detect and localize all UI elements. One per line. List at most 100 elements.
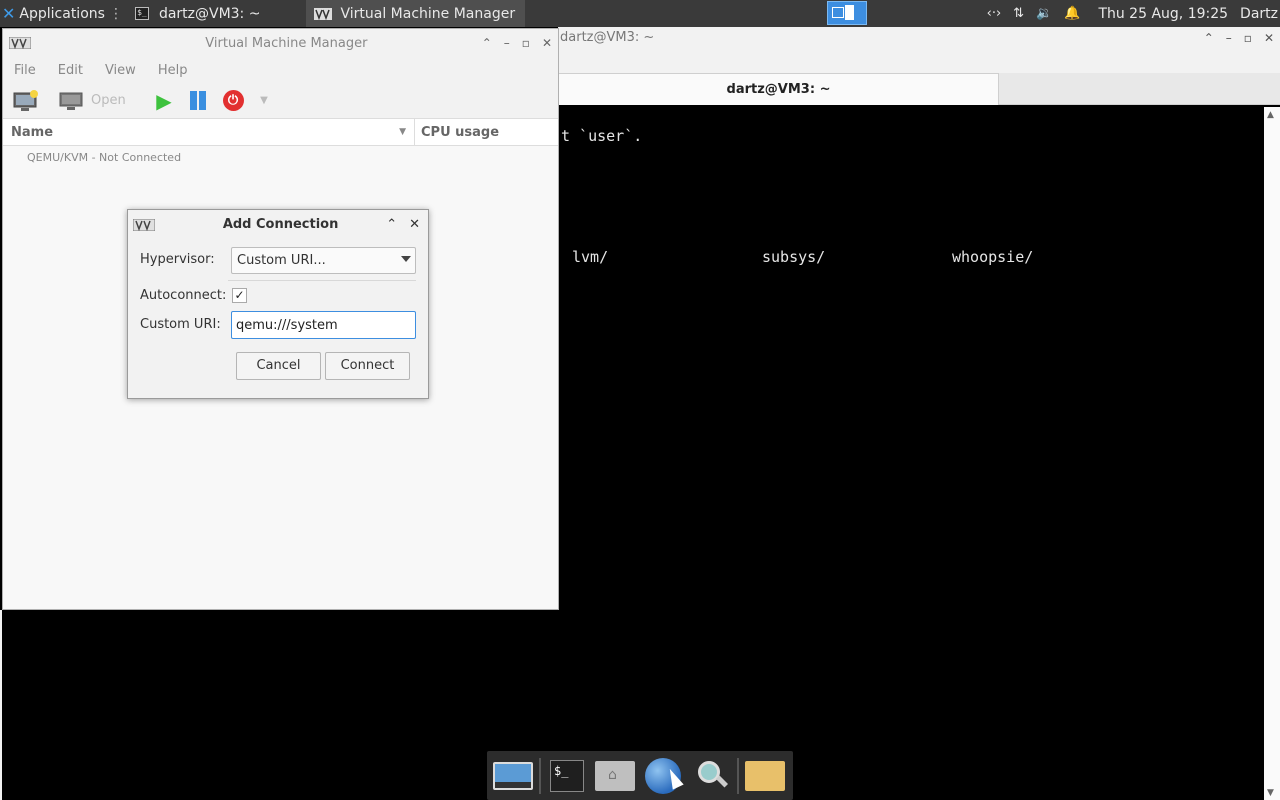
menu-help[interactable]: Help bbox=[147, 63, 199, 78]
terminal-icon: $_ bbox=[134, 7, 149, 20]
scroll-down-icon[interactable]: ▼ bbox=[1267, 788, 1274, 798]
power-icon: ⏻ bbox=[222, 90, 244, 111]
menu-edit[interactable]: Edit bbox=[47, 63, 94, 78]
terminal-icon: $_ bbox=[550, 759, 584, 792]
dialog-titlebar[interactable]: Add Connection ⌃ ✕ bbox=[128, 210, 428, 239]
minimize-icon[interactable]: – bbox=[504, 36, 510, 50]
transfer-arrows-icon[interactable]: ⇅ bbox=[1013, 6, 1024, 21]
desktop-icon bbox=[493, 761, 533, 790]
scroll-up-icon[interactable]: ▲ bbox=[1267, 110, 1274, 120]
vmm-icon bbox=[314, 7, 333, 20]
custom-uri-label: Custom URI: bbox=[140, 317, 221, 332]
taskbar-item-terminal[interactable]: $_ dartz@VM3: ~ bbox=[127, 0, 269, 27]
workspace-switcher[interactable] bbox=[827, 1, 867, 25]
close-icon[interactable]: ✕ bbox=[542, 36, 552, 50]
dock: $_ bbox=[487, 751, 793, 800]
taskbar-item-label: dartz@VM3: ~ bbox=[158, 5, 261, 22]
terminal-scrollbar[interactable]: ▲ ▼ bbox=[1264, 107, 1280, 800]
maximize-icon[interactable]: ▫ bbox=[522, 36, 530, 50]
maximize-up-icon[interactable]: ⌃ bbox=[482, 36, 492, 50]
maximize-icon[interactable]: ▫ bbox=[1244, 31, 1252, 45]
volume-icon[interactable]: 🔉 bbox=[1036, 6, 1052, 21]
menu-view[interactable]: View bbox=[94, 63, 147, 78]
dock-separator bbox=[539, 757, 541, 794]
dock-separator bbox=[737, 757, 739, 794]
pause-bar-icon bbox=[199, 91, 206, 110]
autoconnect-checkbox[interactable]: ✓ bbox=[232, 288, 247, 303]
dock-files[interactable] bbox=[743, 755, 787, 797]
shutdown-options-button[interactable]: ▼ bbox=[251, 86, 277, 116]
terminal-line: lvm/ bbox=[572, 248, 609, 266]
monitor-icon bbox=[59, 92, 83, 110]
vmm-toolbar: Open ▶ ⏻ ▼ bbox=[3, 83, 558, 119]
menu-separator-icon: ⋮ bbox=[108, 5, 123, 22]
terminal-window-title: dartz@VM3: ~ bbox=[560, 30, 655, 45]
desktop-background bbox=[0, 610, 558, 800]
shutdown-button[interactable]: ⏻ bbox=[215, 86, 251, 116]
workspace-window-icon bbox=[832, 7, 844, 18]
new-vm-button[interactable] bbox=[11, 86, 41, 116]
hypervisor-value: Custom URI... bbox=[237, 253, 326, 268]
open-label: Open bbox=[91, 93, 126, 108]
vmm-titlebar[interactable]: Virtual Machine Manager ⌃ – ▫ ✕ bbox=[3, 29, 558, 57]
terminal-line: subsys/ bbox=[762, 248, 826, 266]
vm-list-header: Name ▼ CPU usage bbox=[3, 119, 558, 146]
play-icon: ▶ bbox=[156, 88, 172, 113]
minimize-icon[interactable]: – bbox=[1226, 31, 1232, 45]
pause-button[interactable] bbox=[181, 86, 215, 116]
network-icon[interactable]: ‹·› bbox=[987, 6, 1002, 21]
terminal-line: whoopsie/ bbox=[952, 248, 1034, 266]
column-cpu-usage[interactable]: CPU usage bbox=[415, 119, 558, 145]
terminal-tab[interactable]: dartz@VM3: ~ bbox=[558, 73, 999, 105]
dock-home-folder[interactable] bbox=[593, 755, 637, 797]
dock-search[interactable] bbox=[689, 755, 733, 797]
user-menu[interactable]: Dartz bbox=[1240, 6, 1278, 22]
terminal-menubar bbox=[558, 48, 1280, 73]
hypervisor-select[interactable]: Custom URI... bbox=[231, 247, 416, 274]
chevron-down-icon: ▼ bbox=[260, 95, 268, 106]
custom-uri-input[interactable] bbox=[231, 311, 416, 339]
dock-terminal[interactable]: $_ bbox=[545, 755, 589, 797]
terminal-line: t `user`. bbox=[561, 127, 643, 145]
menu-file[interactable]: File bbox=[3, 63, 47, 78]
divider bbox=[228, 280, 416, 281]
autoconnect-label: Autoconnect: bbox=[140, 288, 227, 303]
search-icon bbox=[694, 759, 729, 793]
pause-bar-icon bbox=[190, 91, 197, 110]
close-icon[interactable]: ✕ bbox=[409, 217, 420, 232]
applications-menu[interactable]: ✕ Applications ⋮ bbox=[0, 0, 127, 27]
sort-chevron-down-icon: ▼ bbox=[399, 127, 406, 137]
applications-label: Applications bbox=[19, 5, 105, 22]
list-item[interactable]: QEMU/KVM - Not Connected bbox=[27, 151, 181, 164]
open-button[interactable]: Open bbox=[59, 86, 147, 116]
column-cpu-label: CPU usage bbox=[421, 124, 500, 140]
terminal-titlebar[interactable]: dartz@VM3: ~ ⌃ – ▫ ✕ bbox=[558, 27, 1280, 48]
terminal-output[interactable]: t `user`. lvm/ subsys/ whoopsie/ bbox=[558, 107, 1264, 800]
vmm-window-title: Virtual Machine Manager bbox=[205, 35, 368, 51]
vmm-logo-icon bbox=[9, 37, 31, 49]
cancel-button[interactable]: Cancel bbox=[236, 352, 321, 380]
connect-button[interactable]: Connect bbox=[325, 352, 410, 380]
column-name-label: Name bbox=[11, 124, 54, 140]
system-tray: ‹·› ⇅ 🔉 🔔 Thu 25 Aug, 19:25 Dartz bbox=[987, 0, 1280, 27]
taskbar-item-vmm[interactable]: Virtual Machine Manager bbox=[306, 0, 526, 27]
add-connection-dialog: Add Connection ⌃ ✕ Hypervisor: Custom UR… bbox=[127, 209, 429, 399]
dialog-title: Add Connection bbox=[222, 217, 339, 232]
maximize-up-icon[interactable]: ⌃ bbox=[1204, 31, 1214, 45]
taskbar-item-label: Virtual Machine Manager bbox=[340, 5, 516, 22]
new-vm-icon bbox=[13, 89, 38, 111]
top-panel: ✕ Applications ⋮ $_ dartz@VM3: ~ Virtual… bbox=[0, 0, 1280, 27]
close-icon[interactable]: ✕ bbox=[1264, 31, 1274, 45]
folder-icon bbox=[745, 760, 785, 791]
xfce-logo-icon: ✕ bbox=[2, 4, 16, 23]
terminal-window: dartz@VM3: ~ ⌃ – ▫ ✕ dartz@VM3: ~ t `use… bbox=[558, 27, 1280, 800]
maximize-up-icon[interactable]: ⌃ bbox=[386, 217, 397, 232]
vmm-logo-icon bbox=[133, 218, 155, 231]
vmm-menubar: File Edit View Help bbox=[3, 57, 558, 83]
clock[interactable]: Thu 25 Aug, 19:25 bbox=[1098, 6, 1228, 22]
column-name[interactable]: Name ▼ bbox=[3, 119, 415, 145]
run-button[interactable]: ▶ bbox=[147, 86, 181, 116]
dock-show-desktop[interactable] bbox=[491, 755, 535, 797]
workspace-window-icon bbox=[845, 5, 854, 20]
notification-bell-icon[interactable]: 🔔 bbox=[1064, 6, 1080, 21]
